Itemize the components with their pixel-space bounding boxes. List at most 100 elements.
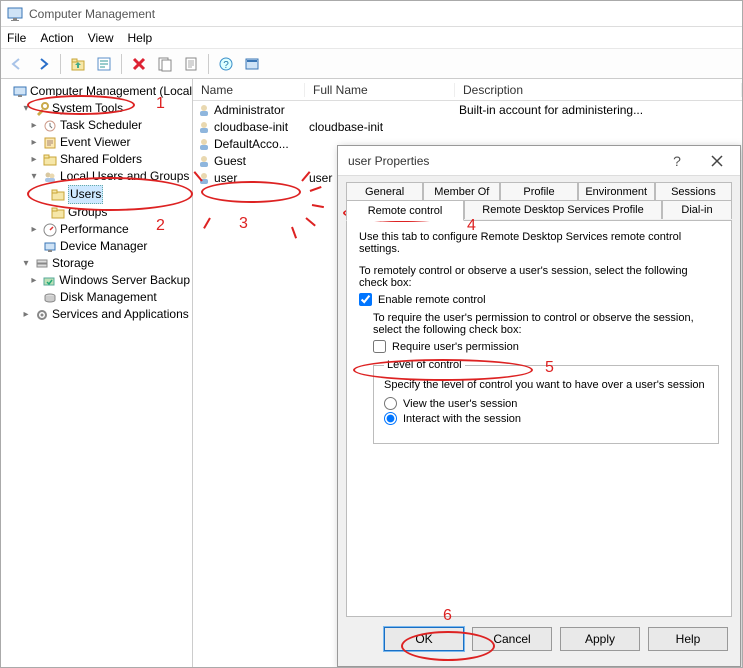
menu-view[interactable]: View (88, 31, 114, 45)
expand-icon[interactable]: ▾ (21, 255, 31, 272)
tab-rds-profile[interactable]: Remote Desktop Services Profile (464, 200, 662, 219)
tab-member-of[interactable]: Member Of (423, 182, 500, 201)
tab-general[interactable]: General (346, 182, 423, 201)
tab-description: Use this tab to configure Remote Desktop… (359, 231, 719, 255)
permission-text: To require the user's permission to cont… (373, 312, 719, 336)
tree-label: System Tools (52, 100, 123, 117)
list-row-user[interactable]: cloudbase-initcloudbase-init (193, 118, 742, 135)
tree-windows-server-backup[interactable]: ▸Windows Server Backup (27, 272, 192, 289)
up-button[interactable] (66, 52, 90, 76)
col-header-description[interactable]: Description (455, 83, 742, 97)
require-permission-checkbox[interactable]: Require user's permission (373, 340, 719, 353)
cell-description: Built-in account for administering... (455, 103, 742, 117)
tab-remote-control[interactable]: Remote control (346, 200, 464, 221)
cell-name: DefaultAcco... (214, 137, 289, 151)
cancel-button[interactable]: Cancel (472, 627, 552, 651)
properties-button[interactable] (92, 52, 116, 76)
tree-disk-management[interactable]: Disk Management (27, 289, 192, 306)
col-header-name[interactable]: Name (193, 83, 305, 97)
ok-button[interactable]: OK (384, 627, 464, 651)
apply-button[interactable]: Apply (560, 627, 640, 651)
window-title: Computer Management (29, 7, 155, 21)
expand-icon[interactable]: ▸ (29, 134, 39, 151)
clock-icon (42, 118, 57, 133)
folder-icon (50, 187, 65, 202)
tab-sessions[interactable]: Sessions (655, 182, 732, 201)
tree-device-manager[interactable]: Device Manager (27, 238, 192, 255)
tree-storage[interactable]: ▾ Storage (19, 255, 192, 272)
tree-label: Disk Management (60, 289, 157, 306)
help-icon[interactable]: ? (660, 149, 694, 173)
tree-label: Services and Applications (52, 306, 189, 323)
expand-icon[interactable]: ▸ (29, 272, 39, 289)
tree-local-users-groups[interactable]: ▾Local Users and Groups (27, 168, 192, 185)
enable-remote-control-input[interactable] (359, 293, 372, 306)
list-row-user[interactable]: AdministratorBuilt-in account for admini… (193, 101, 742, 118)
tools-icon (34, 101, 49, 116)
cell-fullname: cloudbase-init (305, 120, 455, 134)
require-permission-input[interactable] (373, 340, 386, 353)
user-icon (197, 171, 211, 185)
col-header-fullname[interactable]: Full Name (305, 83, 455, 97)
expand-icon[interactable]: ▸ (29, 151, 39, 168)
expand-icon[interactable]: ▾ (29, 168, 39, 185)
expand-icon[interactable]: ▾ (21, 100, 31, 117)
user-icon (197, 154, 211, 168)
tab-strip: General Member Of Profile Environment Se… (338, 176, 740, 617)
user-icon (197, 120, 211, 134)
tree-root[interactable]: Computer Management (Local (11, 83, 192, 100)
radio-interact-input[interactable] (384, 412, 397, 425)
tree-label: Storage (52, 255, 94, 272)
shared-folder-icon (42, 152, 57, 167)
cell-name: user (214, 171, 237, 185)
radio-view-input[interactable] (384, 397, 397, 410)
help-button[interactable]: Help (648, 627, 728, 651)
menu-action[interactable]: Action (40, 31, 73, 45)
dialog-titlebar: user Properties ? (338, 146, 740, 176)
app-icon (7, 6, 23, 22)
tree-users[interactable]: Users (35, 185, 192, 204)
enable-remote-control-checkbox[interactable]: Enable remote control (359, 293, 719, 306)
forward-button[interactable] (31, 52, 55, 76)
back-button (5, 52, 29, 76)
tree-shared-folders[interactable]: ▸ Shared Folders (27, 151, 192, 168)
event-icon (42, 135, 57, 150)
fieldset-legend: Level of control (384, 359, 465, 371)
checkbox-label: Enable remote control (378, 294, 486, 306)
titlebar: Computer Management (1, 1, 742, 27)
toolbar-separator (60, 54, 61, 74)
tab-profile[interactable]: Profile (500, 182, 577, 201)
menu-file[interactable]: File (7, 31, 26, 45)
refresh-button[interactable] (153, 52, 177, 76)
tree-system-tools[interactable]: ▾ System Tools (19, 100, 192, 117)
remote-control-text: To remotely control or observe a user's … (359, 265, 719, 289)
tree-task-scheduler[interactable]: ▸Task Scheduler (27, 117, 192, 134)
tree-label: Shared Folders (60, 151, 142, 168)
disk-icon (42, 290, 57, 305)
menu-help[interactable]: Help (128, 31, 153, 45)
radio-view-session[interactable]: View the user's session (384, 397, 708, 410)
tree-groups[interactable]: Groups (35, 204, 192, 221)
radio-label: View the user's session (403, 398, 517, 410)
user-icon (197, 103, 211, 117)
expand-icon[interactable]: ▸ (29, 221, 39, 238)
help-button[interactable]: ? (214, 52, 238, 76)
tree-performance[interactable]: ▸Performance (27, 221, 192, 238)
options-button[interactable] (240, 52, 264, 76)
tree-label-selected: Users (68, 185, 103, 204)
close-icon[interactable] (700, 149, 734, 173)
expand-icon[interactable]: ▸ (21, 306, 31, 323)
tree-event-viewer[interactable]: ▸Event Viewer (27, 134, 192, 151)
dialog-buttons: OK Cancel Apply Help (338, 617, 740, 661)
expand-icon[interactable]: ▸ (29, 117, 39, 134)
tab-dial-in[interactable]: Dial-in (662, 200, 732, 219)
tree-services-applications[interactable]: ▸ Services and Applications (19, 306, 192, 323)
export-button[interactable] (179, 52, 203, 76)
computer-management-window: Computer Management File Action View Hel… (0, 0, 743, 668)
radio-interact-session[interactable]: Interact with the session (384, 412, 708, 425)
delete-button[interactable] (127, 52, 151, 76)
dialog-title: user Properties (348, 154, 429, 168)
cell-name: Guest (214, 154, 246, 168)
toolbar-separator (121, 54, 122, 74)
tab-environment[interactable]: Environment (578, 182, 655, 201)
